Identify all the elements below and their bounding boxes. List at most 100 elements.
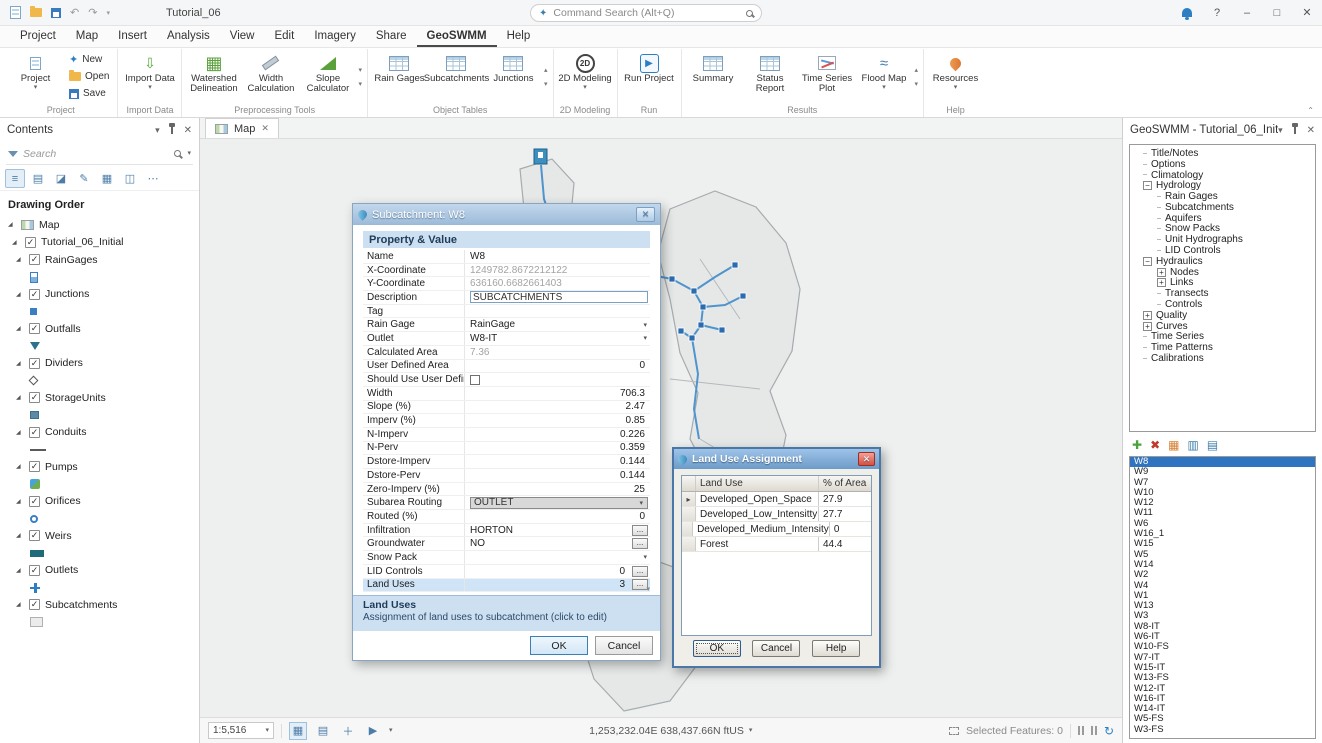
2d-modeling-button[interactable]: 2D 2D Modeling ▾: [557, 49, 614, 104]
outlet-symbol-swatch[interactable]: [30, 583, 40, 593]
layer-checkbox[interactable]: ✓: [29, 392, 40, 403]
layer-row-junctions[interactable]: ◢✓Junctions: [0, 286, 199, 304]
symbol-row-subcatchments[interactable]: [0, 614, 199, 631]
pane-menu-icon[interactable]: ▾: [155, 125, 160, 136]
raingage-symbol-swatch[interactable]: [30, 272, 38, 283]
property-row-description[interactable]: DescriptionSUBCATCHMENTS: [363, 291, 650, 305]
row-selector[interactable]: ▸: [682, 492, 696, 506]
landuse-row-developed-low-intensitty[interactable]: Developed_Low_Intensitty27.7: [682, 507, 871, 522]
object-item-w3-fs[interactable]: W3-FS: [1130, 725, 1315, 735]
property-row-zero-imperv[interactable]: Zero-Imperv (%)25: [363, 483, 650, 497]
tree-node-aquifers[interactable]: Aquifers: [1130, 213, 1315, 224]
map-scale-select[interactable]: 1:5,516 ▾: [208, 722, 274, 739]
cancel-button[interactable]: Cancel: [595, 636, 653, 655]
property-row-lid-controls[interactable]: LID Controls0...: [363, 565, 650, 579]
property-row-x-coordinate[interactable]: X-Coordinate1249782.8672212122: [363, 264, 650, 278]
orifice-symbol-swatch[interactable]: [30, 515, 38, 523]
close-pane-icon[interactable]: ✕: [1307, 125, 1315, 136]
pct-area-column-header[interactable]: % of Area: [819, 476, 871, 491]
ellipsis-button[interactable]: ...: [632, 525, 648, 536]
row-selector[interactable]: [682, 537, 696, 551]
junctions-table-button[interactable]: Junctions: [485, 49, 542, 104]
layer-row-outlets[interactable]: ◢✓Outlets: [0, 562, 199, 580]
layer-row-outfalls[interactable]: ◢✓Outfalls: [0, 320, 199, 338]
expand-icon[interactable]: +: [1143, 311, 1152, 320]
divider-symbol-swatch[interactable]: [29, 376, 39, 386]
expander-icon[interactable]: ◢: [12, 239, 20, 246]
layer-row-pumps[interactable]: ◢✓Pumps: [0, 458, 199, 476]
tree-node-nodes[interactable]: +Nodes: [1130, 267, 1315, 278]
delete-object-icon[interactable]: ✖: [1150, 439, 1160, 451]
layer-checkbox[interactable]: ✓: [25, 237, 36, 248]
pct-area-cell[interactable]: 44.4: [819, 537, 871, 551]
chevron-down-icon[interactable]: ▾: [643, 334, 648, 342]
pin-icon[interactable]: [171, 126, 173, 134]
tab-close-icon[interactable]: ✕: [261, 123, 269, 134]
tree-node-lid-controls[interactable]: LID Controls: [1130, 245, 1315, 256]
scroll-down-icon[interactable]: ▾: [646, 585, 650, 593]
property-row-rain-gage[interactable]: Rain GageRainGage▾: [363, 318, 650, 332]
property-row-calculated-area[interactable]: Calculated Area7.36: [363, 346, 650, 360]
object-item-w13-fs[interactable]: W13-FS: [1130, 673, 1315, 683]
list-by-selection-icon[interactable]: ◪: [51, 169, 71, 188]
filter-icon[interactable]: [8, 151, 18, 157]
layer-checkbox[interactable]: ✓: [29, 565, 40, 576]
more-options-icon[interactable]: ⋯: [143, 169, 163, 188]
layer-checkbox[interactable]: ✓: [29, 427, 40, 438]
property-row-should-use-user-defined[interactable]: Should Use User Defined...: [363, 373, 650, 387]
property-row-infiltration[interactable]: InfiltrationHORTON...: [363, 524, 650, 538]
scroll-up-icon[interactable]: ▴: [544, 66, 548, 74]
tree-node-time-patterns[interactable]: Time Patterns: [1130, 342, 1315, 353]
object-item-w8[interactable]: W8: [1130, 457, 1315, 467]
pct-area-cell[interactable]: 0: [830, 522, 871, 536]
property-row-n-imperv[interactable]: N-Imperv0.226: [363, 428, 650, 442]
object-item-w12[interactable]: W12: [1130, 498, 1315, 508]
expander-icon[interactable]: ◢: [16, 567, 24, 574]
object-item-w15[interactable]: W15: [1130, 539, 1315, 549]
expander-icon[interactable]: ◢: [16, 463, 24, 470]
property-row-snow-pack[interactable]: Snow Pack▾: [363, 551, 650, 565]
object-item-w14[interactable]: W14: [1130, 560, 1315, 570]
landuse-row-developed-medium-intensity[interactable]: Developed_Medium_Intensity0: [682, 522, 871, 537]
landuse-name-cell[interactable]: Developed_Medium_Intensity: [693, 522, 830, 536]
layer-checkbox[interactable]: ✓: [29, 461, 40, 472]
pump-symbol-swatch[interactable]: [30, 479, 40, 489]
property-row-dstore-perv[interactable]: Dstore-Perv0.144: [363, 469, 650, 483]
object-item-w10[interactable]: W10: [1130, 488, 1315, 498]
list-by-drawing-order-icon[interactable]: ≡: [5, 169, 25, 188]
edit-object-icon[interactable]: ▤: [1207, 439, 1218, 451]
property-row-imperv[interactable]: Imperv (%)0.85: [363, 414, 650, 428]
summary-button[interactable]: Summary: [685, 49, 742, 104]
resources-button[interactable]: Resources ▾: [927, 49, 984, 104]
landuse-name-cell[interactable]: Developed_Open_Space: [696, 492, 819, 506]
property-row-outlet[interactable]: OutletW8-IT▾: [363, 332, 650, 346]
more-tools-dropdown-icon[interactable]: ▾: [358, 66, 362, 74]
tree-node-snow-packs[interactable]: Snow Packs: [1130, 224, 1315, 235]
symbol-row-weirs[interactable]: [0, 545, 199, 562]
menu-tab-insert[interactable]: Insert: [108, 27, 157, 47]
pane-menu-icon[interactable]: ▾: [1278, 125, 1283, 136]
help-button[interactable]: ?: [1202, 0, 1232, 25]
crosshair-icon[interactable]: ＋: [339, 722, 357, 740]
tree-node-quality[interactable]: +Quality: [1130, 310, 1315, 321]
chevron-down-icon[interactable]: ▾: [389, 727, 393, 734]
object-item-w4[interactable]: W4: [1130, 581, 1315, 591]
cancel-button[interactable]: Cancel: [752, 640, 800, 657]
time-series-plot-button[interactable]: Time Series Plot: [799, 49, 856, 104]
width-calculation-button[interactable]: Width Calculation: [242, 49, 299, 104]
command-search-input[interactable]: ✦ Command Search (Alt+Q): [530, 4, 762, 22]
collapse-ribbon-icon[interactable]: ⌃: [1307, 106, 1314, 115]
save-button[interactable]: Save: [66, 86, 112, 101]
tree-node-calibrations[interactable]: Calibrations: [1130, 353, 1315, 364]
close-button[interactable]: ✕: [636, 207, 655, 222]
menu-tab-map[interactable]: Map: [66, 27, 108, 47]
layer-checkbox[interactable]: ✓: [29, 254, 40, 265]
expand-icon[interactable]: +: [1157, 268, 1166, 277]
close-pane-icon[interactable]: ✕: [184, 125, 192, 136]
symbol-row-outfalls[interactable]: [0, 338, 199, 355]
redo-icon[interactable]: ↷: [88, 6, 97, 19]
list-by-source-icon[interactable]: ▤: [28, 169, 48, 188]
property-row-name[interactable]: NameW8: [363, 250, 650, 264]
pct-area-cell[interactable]: 27.9: [819, 492, 871, 506]
open-project-icon[interactable]: [30, 8, 42, 17]
